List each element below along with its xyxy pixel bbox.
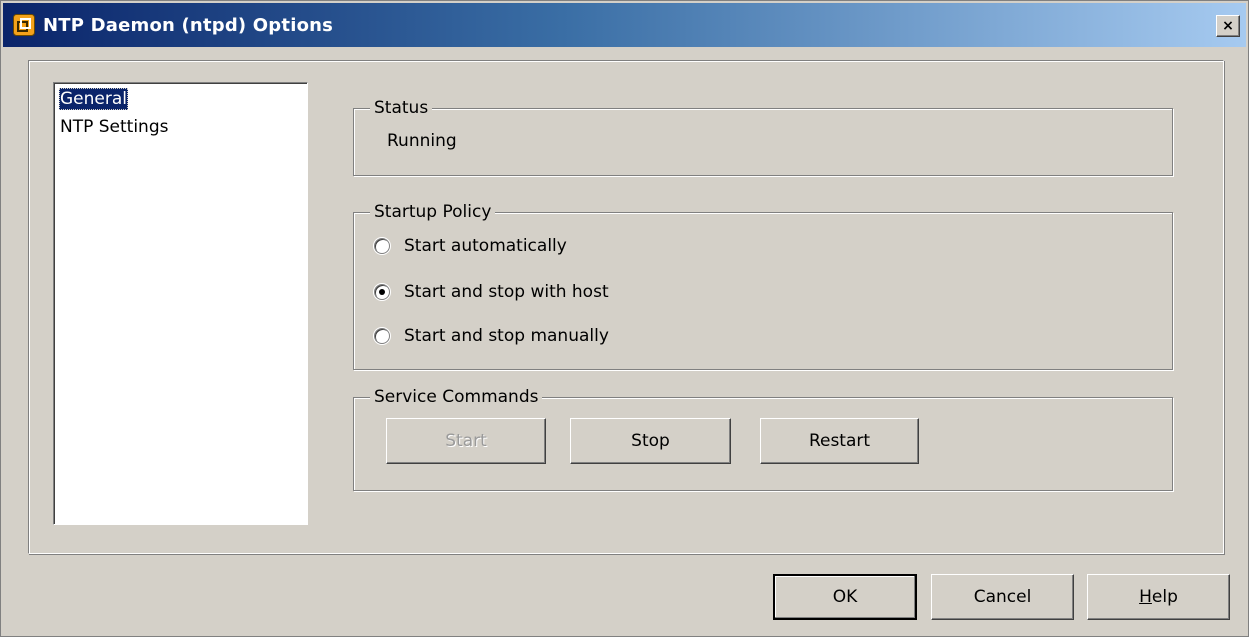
radio-button-icon[interactable]: [374, 238, 390, 254]
radio-button-checked-icon[interactable]: [374, 284, 390, 300]
radio-start-stop-manually[interactable]: Start and stop manually: [374, 323, 609, 349]
radio-start-stop-with-host[interactable]: Start and stop with host: [374, 279, 609, 305]
startup-policy-legend: Startup Policy: [370, 200, 496, 224]
stop-button[interactable]: Stop: [570, 418, 731, 464]
cancel-button[interactable]: Cancel: [931, 574, 1074, 620]
dialog-window: NTP Daemon (ntpd) Options × General NTP …: [0, 0, 1249, 637]
radio-label: Start and stop with host: [404, 282, 609, 302]
ok-button[interactable]: OK: [773, 574, 917, 620]
category-list[interactable]: General NTP Settings: [53, 82, 308, 525]
startup-policy-group: Startup Policy Start automatically Start…: [353, 200, 1173, 370]
help-label-rest: elp: [1151, 587, 1178, 607]
help-hotkey-letter: H: [1139, 587, 1152, 607]
radio-label: Start and stop manually: [404, 326, 609, 346]
close-icon: ×: [1222, 18, 1234, 34]
window-title: NTP Daemon (ntpd) Options: [43, 15, 334, 36]
status-group: Status Running: [353, 96, 1173, 176]
list-item-ntp-settings[interactable]: NTP Settings: [59, 116, 169, 138]
close-button[interactable]: ×: [1216, 15, 1240, 37]
start-button[interactable]: Start: [386, 418, 546, 464]
radio-label: Start automatically: [404, 236, 567, 256]
status-value: Running: [387, 131, 457, 151]
vsphere-app-icon: [13, 14, 35, 36]
restart-button[interactable]: Restart: [760, 418, 919, 464]
title-bar[interactable]: NTP Daemon (ntpd) Options ×: [3, 3, 1246, 47]
service-commands-legend: Service Commands: [370, 385, 543, 409]
radio-button-icon[interactable]: [374, 328, 390, 344]
list-item-general[interactable]: General: [59, 88, 128, 110]
help-button[interactable]: Help: [1087, 574, 1230, 620]
radio-start-automatically[interactable]: Start automatically: [374, 233, 567, 259]
status-legend: Status: [370, 96, 433, 120]
